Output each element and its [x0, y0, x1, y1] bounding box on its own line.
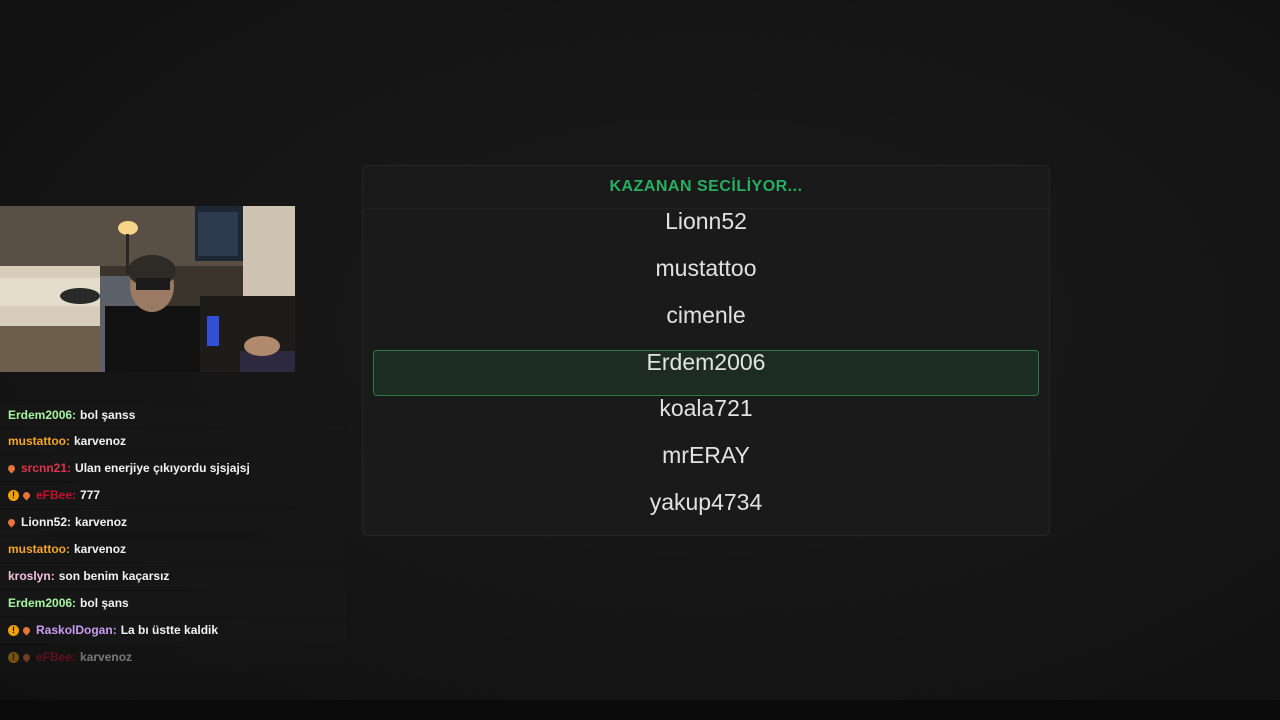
stream-overlay: Erdem2006: bol şanss mustattoo: karvenoz… — [0, 0, 1280, 720]
chat-text: karvenoz — [74, 542, 127, 556]
picker-name-item: koala721 — [659, 395, 753, 421]
fire-badge-icon — [21, 625, 32, 636]
one-badge-icon: ! — [8, 652, 19, 663]
chat-text: bol şanss — [80, 408, 136, 422]
chat-colon: : — [112, 623, 117, 637]
chat-text: Ulan enerjiye çıkıyordu sjsjajsj — [75, 461, 250, 475]
webcam-image — [0, 206, 295, 372]
fire-badge-icon — [6, 463, 17, 474]
one-badge-icon: ! — [8, 490, 19, 501]
one-badge-icon: ! — [8, 625, 19, 636]
picker-name-item: Lionn52 — [665, 208, 747, 234]
chat-text: karvenoz — [75, 515, 128, 529]
chat-message: Erdem2006: bol şanss — [0, 405, 346, 427]
bottom-bar — [0, 700, 1280, 720]
fire-badge-icon — [21, 490, 32, 501]
picker-name-item-selected: Erdem2006 — [646, 349, 766, 375]
picker-name-item: mrERAY — [662, 442, 750, 468]
chat-colon: : — [67, 515, 72, 529]
webcam-feed — [0, 206, 295, 372]
chat-colon: : — [50, 569, 55, 583]
chat-colon: : — [72, 488, 77, 502]
chat-message: Erdem2006: bol şans — [0, 591, 346, 616]
chat-panel: Erdem2006: bol şanss mustattoo: karvenoz… — [0, 405, 346, 672]
chat-message: srcnn21: Ulan enerjiye çıkıyordu sjsjajs… — [0, 456, 346, 481]
chat-username[interactable]: Erdem2006 — [8, 405, 72, 425]
chat-colon: : — [72, 650, 77, 664]
chat-username[interactable]: Erdem2006 — [8, 591, 72, 616]
chat-username[interactable]: mustattoo — [8, 429, 66, 454]
chat-message: kroslyn: son benim kaçarsız — [0, 564, 346, 589]
picker-name-item: mustattoo — [655, 255, 757, 281]
chat-text: La bı üstte kaldik — [120, 623, 219, 637]
chat-text: 777 — [80, 488, 101, 502]
picker-name-list: Lionn52 mustattoo cimenle Erdem2006 koal… — [363, 208, 1049, 535]
fire-badge-icon — [6, 517, 17, 528]
chat-colon: : — [72, 596, 77, 610]
chat-colon: : — [72, 408, 77, 422]
chat-message: mustattoo: karvenoz — [0, 429, 346, 454]
chat-username[interactable]: kroslyn — [8, 564, 51, 589]
chat-username[interactable]: eFBee — [36, 483, 72, 508]
fire-badge-icon — [21, 652, 32, 663]
chat-colon: : — [67, 461, 72, 475]
chat-text: karvenoz — [74, 434, 127, 448]
chat-username[interactable]: srcnn21 — [21, 456, 67, 481]
picker-title: KAZANAN SECİLİYOR... — [363, 166, 1049, 209]
chat-message: mustattoo: karvenoz — [0, 537, 346, 562]
chat-username[interactable]: eFBee — [36, 645, 72, 670]
picker-name-item: cimenle — [666, 302, 746, 328]
chat-message: Lionn52: karvenoz — [0, 510, 346, 535]
chat-username[interactable]: mustattoo — [8, 537, 66, 562]
chat-username[interactable]: Lionn52 — [21, 510, 67, 535]
chat-message: ! RaskolDogan: La bı üstte kaldik — [0, 618, 346, 643]
chat-text: son benim kaçarsız — [58, 569, 170, 583]
chat-message: ! eFBee: 777 — [0, 483, 346, 508]
chat-text: bol şans — [80, 596, 129, 610]
winner-picker-panel: KAZANAN SECİLİYOR... Lionn52 mustattoo c… — [362, 165, 1050, 536]
chat-text: karvenoz — [80, 650, 133, 664]
picker-name-item: yakup4734 — [649, 489, 763, 515]
chat-colon: : — [66, 434, 70, 448]
chat-username[interactable]: RaskolDogan — [36, 618, 113, 643]
chat-message: ! eFBee: karvenoz — [0, 645, 346, 670]
chat-colon: : — [66, 542, 70, 556]
